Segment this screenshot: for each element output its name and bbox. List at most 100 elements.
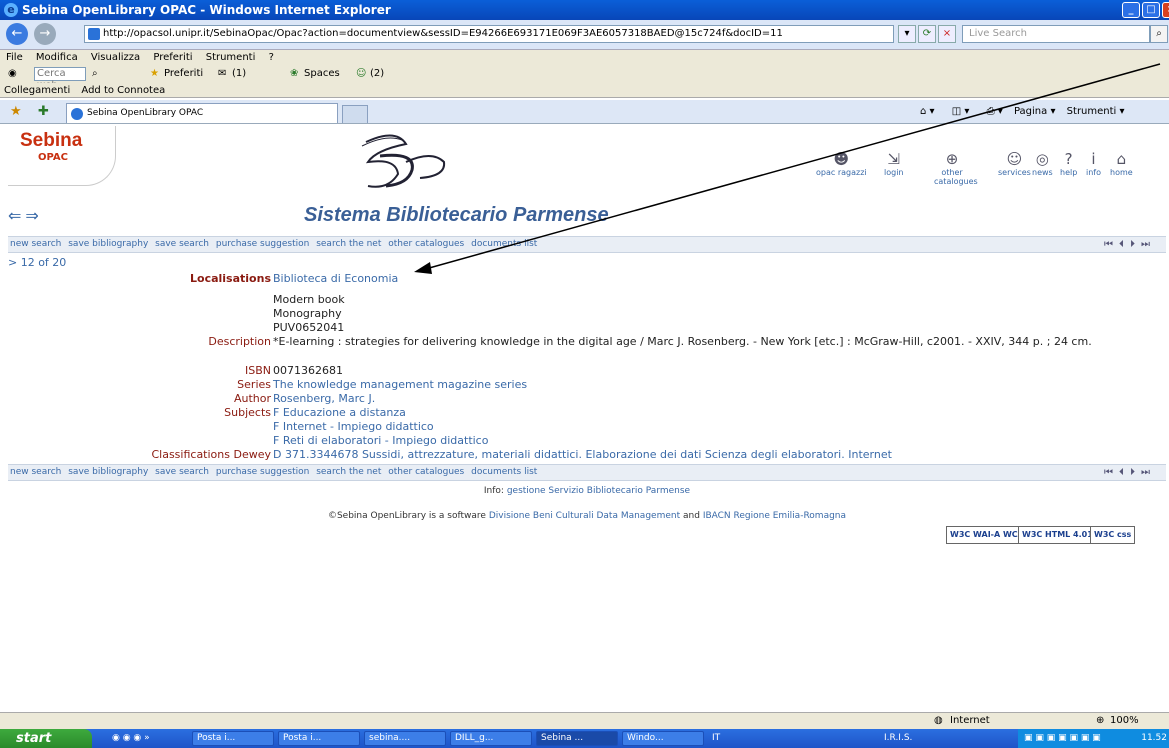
css-badge[interactable]: W3C css [1090,526,1136,544]
other-catalogues-link[interactable]: ⊕ other catalogues [934,150,978,186]
footer-link-2[interactable]: IBACN Regione Emilia-Romagna [703,511,846,521]
menu-strumenti[interactable]: Strumenti [206,52,256,63]
back-arrow-icon[interactable]: ⇐ [8,206,25,225]
services-link[interactable]: ☺ services [998,150,1031,177]
nav-other-catalogues[interactable]: other catalogues [388,467,464,477]
nav-new-search[interactable]: new search [10,467,61,477]
opac-ragazzi-icon: ☻ [833,150,850,168]
record-pager[interactable]: ⏮⏴⏵⏭ [1104,237,1156,252]
html-badge[interactable]: W3C HTML 4.01 [1018,526,1097,544]
favorites-center-icon[interactable]: ★ [10,104,22,119]
menu-modifica[interactable]: Modifica [36,52,78,63]
home-icon[interactable]: ⌂ ▾ [920,106,935,117]
series-label: Series [237,378,271,391]
mail-count[interactable]: (1) [232,65,246,83]
menu-preferiti[interactable]: Preferiti [153,52,192,63]
info-link[interactable]: gestione Servizio Bibliotecario Parmense [507,486,690,496]
type1-value: Modern book [273,293,345,306]
live-search-input[interactable]: Live Search [962,25,1150,43]
stop-button[interactable]: × [938,25,956,43]
url-input[interactable]: http://opacsol.unipr.it/SebinaOpac/Opac?… [84,25,894,43]
mail-icon[interactable]: ✉ [218,65,226,83]
taskbar-item-3[interactable]: sebina.... [364,731,446,746]
nav-documents-list[interactable]: documents list [471,239,537,249]
tools-menu-button[interactable]: Strumenti [1067,106,1117,117]
spaces-button[interactable]: Spaces [304,65,340,83]
nav-new-search[interactable]: new search [10,239,61,249]
nav-search-the-net[interactable]: search the net [316,239,381,249]
start-button[interactable]: start [0,729,92,748]
news-link[interactable]: ◎ news [1032,150,1053,177]
login-link[interactable]: ⇲ login [884,150,904,177]
new-tab-button[interactable] [342,105,368,123]
taskbar-item-2[interactable]: Posta i... [278,731,360,746]
taskbar-item-4[interactable]: DILL_g... [450,731,532,746]
add-favorite-icon[interactable]: ✚ [38,104,49,119]
people-icon: ☺ [356,68,367,79]
zoom-level[interactable]: 100% [1110,713,1139,729]
print-icon[interactable]: ⎙ ▾ [987,106,1003,117]
iris-item[interactable]: I.R.I.S. [884,729,912,748]
language-indicator[interactable]: IT [712,729,720,748]
favorites-button[interactable]: Preferiti [164,65,203,83]
opac-ragazzi-link[interactable]: ☻ opac ragazzi [816,150,867,177]
zoom-icon: ⊕ [1096,715,1105,726]
description-label: Description [208,335,271,348]
series-link[interactable]: The knowledge management magazine series [273,378,1163,391]
quicklaunch-icons[interactable]: ◉ ◉ ◉ » [112,729,150,748]
window-titlebar: e Sebina OpenLibrary OPAC - Windows Inte… [0,0,1169,20]
info-icon: i [1091,150,1096,168]
services-label: services [998,168,1031,177]
author-link[interactable]: Rosenberg, Marc J. [273,392,1163,405]
tab-sebina-opac[interactable]: Sebina OpenLibrary OPAC [66,103,338,123]
back-button[interactable]: ← [6,23,28,45]
classifications-link[interactable]: D 371.3344678 Sussidi, attrezzature, mat… [273,448,1163,461]
search-icon[interactable]: ⌕ [92,65,98,83]
toolbar-logo-icon: ◉ [8,68,17,79]
url-dropdown-button[interactable]: ▾ [898,25,916,43]
code-value: PUV0652041 [273,321,345,334]
tray-icons[interactable]: ▣ ▣ ▣ ▣ ▣ ▣ ▣ [1024,733,1101,743]
close-button[interactable]: × [1162,2,1169,18]
page-menu-button[interactable]: Pagina [1014,106,1047,117]
status-bar: ◍ Internet ⊕ 100% [0,712,1169,729]
refresh-button[interactable]: ⟳ [918,25,936,43]
nav-search-the-net[interactable]: search the net [316,467,381,477]
subject-link-1[interactable]: F Educazione a distanza [273,406,1163,419]
nav-save-search[interactable]: save search [155,239,209,249]
menu-visualizza[interactable]: Visualizza [91,52,140,63]
add-to-connotea-link[interactable]: Add to Connotea [79,83,167,98]
forward-button[interactable]: → [34,23,56,45]
web-search-input[interactable]: Cerca web... [34,67,86,91]
nav-purchase-suggestion[interactable]: purchase suggestion [216,239,309,249]
info-link[interactable]: i info [1086,150,1101,177]
nav-save-bibliography[interactable]: save bibliography [68,239,148,249]
footer-link-1[interactable]: Divisione Beni Culturali Data Management [489,511,680,521]
localisations-link[interactable]: Biblioteca di Economia [273,272,1163,285]
home-link[interactable]: ⌂ home [1110,150,1133,177]
taskbar-item-1[interactable]: Posta i... [192,731,274,746]
nav-purchase-suggestion[interactable]: purchase suggestion [216,467,309,477]
maximize-button[interactable]: □ [1142,2,1160,18]
record-pager[interactable]: ⏮⏴⏵⏭ [1104,465,1156,480]
subject-link-3[interactable]: F Reti di elaboratori - Impiego didattic… [273,434,1163,447]
feeds-icon[interactable]: ◫ ▾ [952,106,970,117]
search-icon[interactable]: ⌕ [1150,25,1168,43]
people-count[interactable]: (2) [370,65,384,83]
sebina-logo[interactable]: Sebina OPAC [8,126,116,186]
minimize-button[interactable]: _ [1122,2,1140,18]
help-link[interactable]: ? help [1060,150,1077,177]
nav-documents-list[interactable]: documents list [471,467,537,477]
taskbar-item-5[interactable]: Sebina ... [536,731,618,746]
help-label: help [1060,168,1078,177]
subjects-label: Subjects [224,406,271,419]
forward-arrow-icon[interactable]: ⇒ [25,206,42,225]
subject-link-2[interactable]: F Internet - Impiego didattico [273,420,1163,433]
nav-save-bibliography[interactable]: save bibliography [68,467,148,477]
taskbar-item-6[interactable]: Windo... [622,731,704,746]
help-icon: ? [1064,150,1073,168]
nav-save-search[interactable]: save search [155,467,209,477]
menu-help[interactable]: ? [269,52,274,63]
nav-other-catalogues[interactable]: other catalogues [388,239,464,249]
menu-file[interactable]: File [6,52,23,63]
